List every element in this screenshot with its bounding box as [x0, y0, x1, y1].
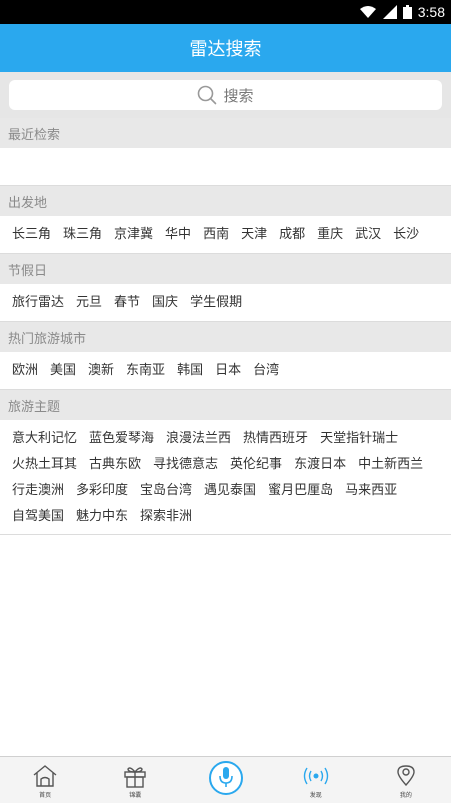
tag-chip[interactable]: 马来西亚 — [339, 478, 403, 504]
tag-chip[interactable]: 蜜月巴厘岛 — [262, 478, 339, 504]
tag-chip[interactable]: 华中 — [159, 222, 197, 248]
title-bar: 雷达搜索 — [0, 24, 451, 72]
tab-voice[interactable] — [180, 757, 270, 803]
tag-chip[interactable]: 蓝色爱琴海 — [83, 426, 160, 452]
tag-chip[interactable]: 欧洲 — [6, 358, 44, 384]
search-icon — [198, 85, 217, 105]
section-recent-title: 最近检索 — [8, 127, 61, 143]
tag-chip[interactable]: 遇见泰国 — [198, 478, 262, 504]
tab-home-label: 首页 — [39, 792, 52, 799]
location-pin-icon — [397, 765, 415, 787]
themes-list: 意大利记忆 蓝色爱琴海 浪漫法兰西 热情西班牙 天堂指针瑞士火热土耳其 古典东欧 寻找德意志… — [0, 420, 451, 535]
tag-chip[interactable]: 西南 — [197, 222, 235, 248]
section-departure-title: 出发地 — [8, 195, 48, 211]
tag-chip[interactable]: 意大利记忆 — [6, 426, 83, 452]
tag-chip[interactable]: 自驾美国 — [6, 504, 70, 530]
chip-row: 长三角 珠三角 京津冀 华中 西南 天津 成都 重庆 武汉 长沙 — [0, 222, 451, 248]
voice-button[interactable] — [208, 761, 243, 795]
tag-chip[interactable]: 浪漫法兰西 — [160, 426, 237, 452]
radar-icon — [303, 767, 328, 785]
tag-chip[interactable]: 宝岛台湾 — [134, 478, 198, 504]
chip-row: 意大利记忆 蓝色爱琴海 浪漫法兰西 热情西班牙 天堂指针瑞士火热土耳其 古典东欧 寻找德意志… — [0, 426, 451, 530]
tag-chip[interactable]: 火热土耳其 — [6, 452, 83, 478]
tag-chip[interactable]: 美国 — [44, 358, 82, 384]
tag-chip[interactable]: 英伦纪事 — [224, 452, 288, 478]
wifi-icon — [359, 6, 376, 18]
section-themes-header: 旅游主题 — [0, 390, 451, 420]
tag-chip[interactable]: 元旦 — [70, 290, 108, 316]
departure-list: 长三角 珠三角 京津冀 华中 西南 天津 成都 重庆 武汉 长沙 — [0, 216, 451, 254]
section-holiday-title: 节假日 — [8, 263, 48, 279]
chip-row: 欧洲 美国 澳新 东南亚 韩国 日本 台湾 — [0, 358, 451, 384]
tag-chip[interactable]: 国庆 — [146, 290, 184, 316]
tag-chip[interactable]: 旅行雷达 — [6, 290, 70, 316]
search-input[interactable]: 搜索 — [9, 80, 442, 110]
page-title: 雷达搜索 — [189, 39, 262, 60]
tab-home[interactable]: 首页 — [0, 757, 90, 803]
section-hot-cities-title: 热门旅游城市 — [8, 331, 87, 347]
tag-chip[interactable]: 成都 — [273, 222, 311, 248]
tag-chip[interactable]: 日本 — [209, 358, 247, 384]
tag-chip[interactable]: 春节 — [108, 290, 146, 316]
tab-discover[interactable]: 发现 — [271, 757, 361, 803]
tag-chip[interactable]: 京津冀 — [108, 222, 159, 248]
bottom-tab-bar: 首页 锦囊 发现 我的 — [0, 756, 451, 803]
recent-search-list — [0, 148, 451, 186]
holiday-list: 旅行雷达 元旦 春节 国庆 学生假期 — [0, 284, 451, 322]
search-area: 搜索 — [0, 72, 451, 118]
section-themes-title: 旅游主题 — [8, 399, 61, 415]
tag-chip[interactable]: 寻找德意志 — [147, 452, 224, 478]
tab-mine[interactable]: 我的 — [361, 757, 451, 803]
gift-icon — [124, 767, 146, 788]
tag-chip[interactable]: 魅力中东 — [70, 504, 134, 530]
tab-deals-label: 锦囊 — [129, 792, 142, 799]
chip-row: 旅行雷达 元旦 春节 国庆 学生假期 — [0, 290, 451, 316]
section-recent-header: 最近检索 — [0, 118, 451, 148]
tag-chip[interactable]: 天津 — [235, 222, 273, 248]
tag-chip[interactable]: 东南亚 — [120, 358, 171, 384]
tag-chip[interactable]: 天堂指针瑞士 — [314, 426, 404, 452]
tag-chip[interactable]: 武汉 — [349, 222, 387, 248]
tab-mine-label: 我的 — [399, 792, 412, 799]
tag-chip[interactable]: 探索非洲 — [134, 504, 198, 530]
tag-chip[interactable]: 中土新西兰 — [352, 452, 429, 478]
section-holiday-header: 节假日 — [0, 254, 451, 284]
tag-chip[interactable]: 行走澳洲 — [6, 478, 70, 504]
tag-chip[interactable]: 热情西班牙 — [237, 426, 314, 452]
home-icon — [33, 765, 57, 787]
tag-chip[interactable]: 澳新 — [82, 358, 120, 384]
battery-icon — [402, 5, 412, 19]
section-hot-cities-header: 热门旅游城市 — [0, 322, 451, 352]
tag-chip[interactable]: 珠三角 — [57, 222, 108, 248]
section-departure-header: 出发地 — [0, 186, 451, 216]
hot-cities-list: 欧洲 美国 澳新 东南亚 韩国 日本 台湾 — [0, 352, 451, 390]
status-time: 3:58 — [417, 4, 445, 20]
status-bar: 3:58 — [0, 0, 451, 24]
tag-chip[interactable]: 古典东欧 — [83, 452, 147, 478]
tag-chip[interactable]: 东渡日本 — [288, 452, 352, 478]
signal-icon — [382, 5, 397, 19]
microphone-icon — [218, 767, 233, 787]
tag-chip[interactable]: 多彩印度 — [70, 478, 134, 504]
tag-chip[interactable]: 长三角 — [6, 222, 57, 248]
tag-chip[interactable]: 重庆 — [311, 222, 349, 248]
tag-chip[interactable]: 学生假期 — [184, 290, 248, 316]
tab-deals[interactable]: 锦囊 — [90, 757, 180, 803]
search-label: 搜索 — [223, 86, 254, 105]
tag-chip[interactable]: 台湾 — [247, 358, 285, 384]
tag-chip[interactable]: 长沙 — [387, 222, 425, 248]
tab-discover-label: 发现 — [309, 792, 322, 799]
tag-chip[interactable]: 韩国 — [171, 358, 209, 384]
